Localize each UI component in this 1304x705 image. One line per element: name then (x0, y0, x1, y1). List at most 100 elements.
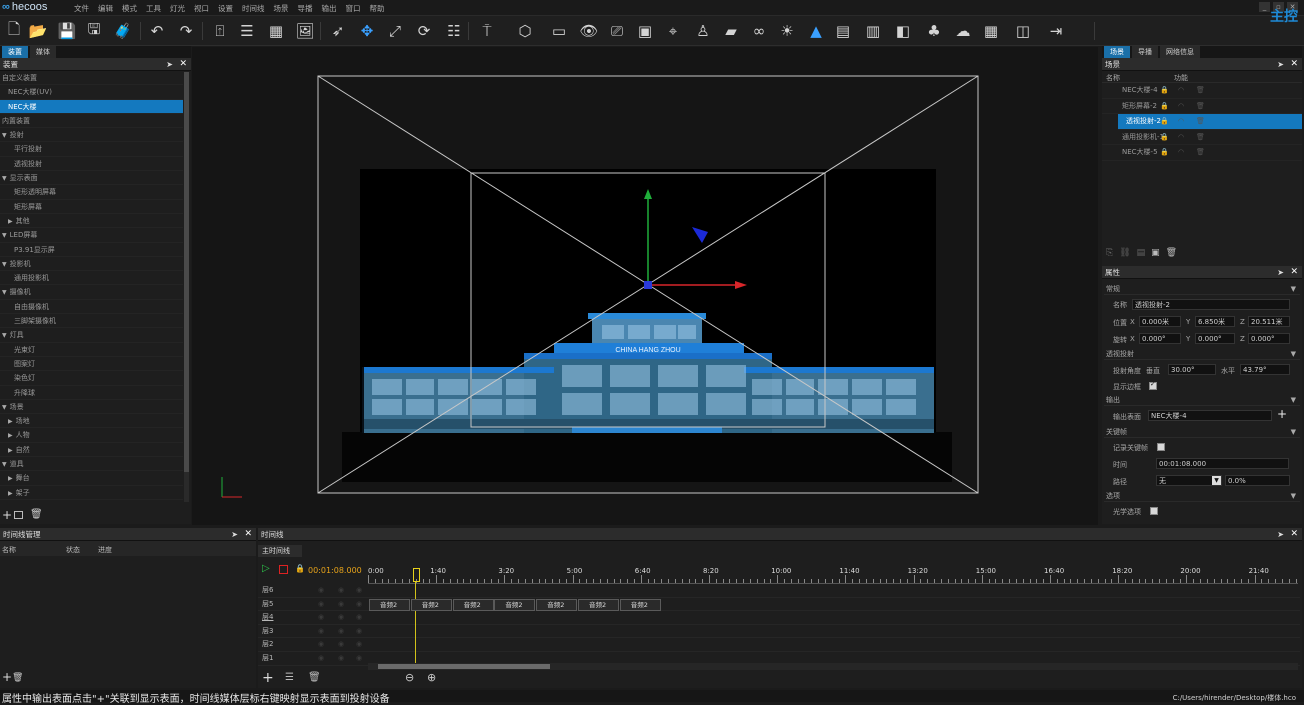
menu-item-1[interactable]: 编辑 (98, 3, 113, 14)
link-icon[interactable]: ◉ (338, 598, 344, 611)
delete-icon[interactable]: 🗑 (12, 673, 23, 683)
device-tree-item[interactable]: 自由摄像机 (0, 300, 183, 315)
eye-icon[interactable]: ◉ (318, 598, 324, 611)
device-tree-item[interactable]: 通用投影机 (0, 271, 183, 286)
expand-down-icon[interactable]: ▼ (2, 132, 7, 139)
playhead-handle[interactable] (413, 568, 420, 582)
expand-down-icon[interactable]: ▼ (2, 232, 7, 239)
collapse-icon[interactable]: ▼ (1291, 394, 1296, 406)
add-surface-button[interactable]: + (1277, 407, 1287, 421)
devices-scrollbar[interactable] (184, 72, 189, 502)
tab-director[interactable]: 导播 (1132, 46, 1158, 58)
menu-item-9[interactable]: 导播 (298, 3, 313, 14)
section-common[interactable]: 常规 ▼ (1104, 283, 1300, 295)
expand-right-icon[interactable]: ▶ (8, 218, 13, 225)
layout-icon[interactable]: ▦ (980, 20, 1002, 42)
lock-icon[interactable]: 🔒 (1160, 99, 1169, 115)
projector-icon[interactable]: ⎚ (606, 20, 628, 42)
menu-item-12[interactable]: 帮助 (370, 3, 385, 14)
device-tree-item[interactable]: ▼ LED屏幕 (0, 228, 183, 243)
menu-item-4[interactable]: 灯光 (170, 3, 185, 14)
split-icon[interactable]: ◧ (892, 20, 914, 42)
device-tree-item[interactable]: 升降球 (0, 386, 183, 400)
section-output[interactable]: 输出 ▼ (1104, 394, 1300, 406)
device-tree-item[interactable]: 平行投射 (0, 142, 183, 157)
device-tree-item[interactable]: ▼ 摄像机 (0, 285, 183, 300)
tab-main-timeline[interactable]: 主时间线 (258, 545, 302, 557)
media-clip[interactable]: 音频2 (578, 599, 619, 611)
media-clip[interactable]: 音频2 (410, 599, 452, 611)
delete-icon[interactable]: 🗑 (1196, 130, 1205, 146)
device-tree-item[interactable]: ▼ 场景 (0, 400, 183, 415)
path-percent-input[interactable]: 0.0% (1225, 475, 1290, 486)
light-icon[interactable]: ⍑ (476, 20, 498, 42)
menu-item-2[interactable]: 模式 (122, 3, 137, 14)
cube-icon[interactable]: ⬡ (514, 20, 536, 42)
lock-icon[interactable]: 🔒 (1160, 83, 1169, 99)
name-input[interactable]: 透视投射-2 (1132, 299, 1290, 310)
pin-icon[interactable]: ➤ (166, 58, 173, 71)
device-tree-item[interactable]: 光束灯 (0, 343, 183, 357)
device-tree-item[interactable]: 三脚架摄像机 (0, 314, 183, 329)
rot-z-input[interactable]: 0.000° (1248, 333, 1290, 344)
cone-icon[interactable]: ▲ (805, 20, 827, 42)
lock-icon[interactable]: ◉ (356, 611, 362, 624)
expand-down-icon[interactable]: ▼ (2, 175, 7, 182)
weather-icon[interactable]: ☁ (952, 20, 974, 42)
lock-icon[interactable]: ◉ (356, 638, 362, 651)
person-icon[interactable]: ♙ (692, 20, 714, 42)
menu-item-11[interactable]: 窗口 (346, 3, 361, 14)
delete-icon[interactable]: 🗑 (1196, 99, 1205, 115)
section-keyframe[interactable]: 关键帧 ▼ (1104, 426, 1300, 438)
device-tree-item[interactable]: ▼ 道具 (0, 457, 183, 472)
mirror-icon[interactable]: ◫ (1012, 20, 1034, 42)
screen-icon[interactable]: ▭ (548, 20, 570, 42)
lock-icon[interactable]: 🔒 (1160, 130, 1169, 146)
device-tree-item[interactable]: NEC大楼 (0, 99, 183, 114)
device-tree-item[interactable]: 矩形屏幕 (0, 200, 183, 214)
visibility-icon[interactable]: ◠ (1178, 99, 1184, 115)
lock-icon[interactable]: ◉ (356, 652, 362, 665)
device-tree-item[interactable]: ▶ 架子 (0, 486, 183, 500)
device-tree-item[interactable]: ▶ 自然 (0, 443, 183, 458)
media-clip[interactable]: 音频2 (369, 599, 410, 611)
stop-button[interactable] (279, 565, 288, 574)
file-new-icon[interactable]: 🗋 (3, 20, 25, 42)
add-layer-button[interactable]: + (262, 670, 274, 686)
link-icon[interactable]: ∞ (748, 20, 770, 42)
monitor-icon[interactable]: ▥ (862, 20, 884, 42)
expand-right-icon[interactable]: ▶ (8, 475, 13, 482)
visibility-icon[interactable]: ◠ (1178, 114, 1184, 130)
lock-icon[interactable]: 🔒 (1160, 145, 1169, 161)
expand-right-icon[interactable]: ▶ (8, 447, 13, 454)
package-icon[interactable]: 🧳 (112, 20, 134, 42)
eye-icon[interactable]: ◉ (318, 638, 324, 651)
collapse-icon[interactable]: ▼ (1291, 426, 1296, 438)
sun-icon[interactable]: ☀ (776, 20, 798, 42)
grid-icon[interactable]: ▦ (265, 20, 287, 42)
align-icon[interactable]: ☰ (236, 20, 258, 42)
section-perspective[interactable]: 透视投射 ▼ (1104, 348, 1300, 360)
tab-media[interactable]: 媒体 (30, 46, 56, 58)
tab-scene[interactable]: 场景 (1104, 46, 1130, 58)
device-tree-item[interactable]: 图案灯 (0, 357, 183, 372)
import-icon[interactable]: ⍐ (209, 20, 231, 42)
media-clip[interactable]: 音频2 (619, 599, 661, 611)
delete-icon[interactable]: 🗑 (1166, 248, 1177, 258)
scene-item[interactable]: NEC大楼-4 🔒 ◠ 🗑 (1102, 83, 1302, 99)
visibility-icon[interactable]: ◠ (1178, 83, 1184, 99)
device-tree-item[interactable]: 内置装置 (0, 114, 183, 129)
menu-item-10[interactable]: 输出 (322, 3, 337, 14)
layer-list-icon[interactable]: ☰ (285, 672, 294, 683)
play-button[interactable]: ▷ (262, 563, 270, 574)
camera-icon[interactable]: ▣ (634, 20, 656, 42)
scene-item[interactable]: 透视投射-2 🔒 ◠ 🗑 (1118, 114, 1302, 130)
device-tree-item[interactable]: 矩形透明屏幕 (0, 185, 183, 200)
scene-item[interactable]: 通用投影机-1 🔒 ◠ 🗑 (1102, 130, 1302, 146)
link-icon[interactable]: ◉ (338, 638, 344, 651)
expand-down-icon[interactable]: ▼ (2, 404, 7, 411)
stack-icon[interactable]: ☷ (443, 20, 465, 42)
close-icon[interactable]: ✕ (1290, 58, 1298, 71)
pin-icon[interactable]: ➤ (231, 528, 238, 541)
delete-icon[interactable]: 🗑 (1196, 83, 1205, 99)
